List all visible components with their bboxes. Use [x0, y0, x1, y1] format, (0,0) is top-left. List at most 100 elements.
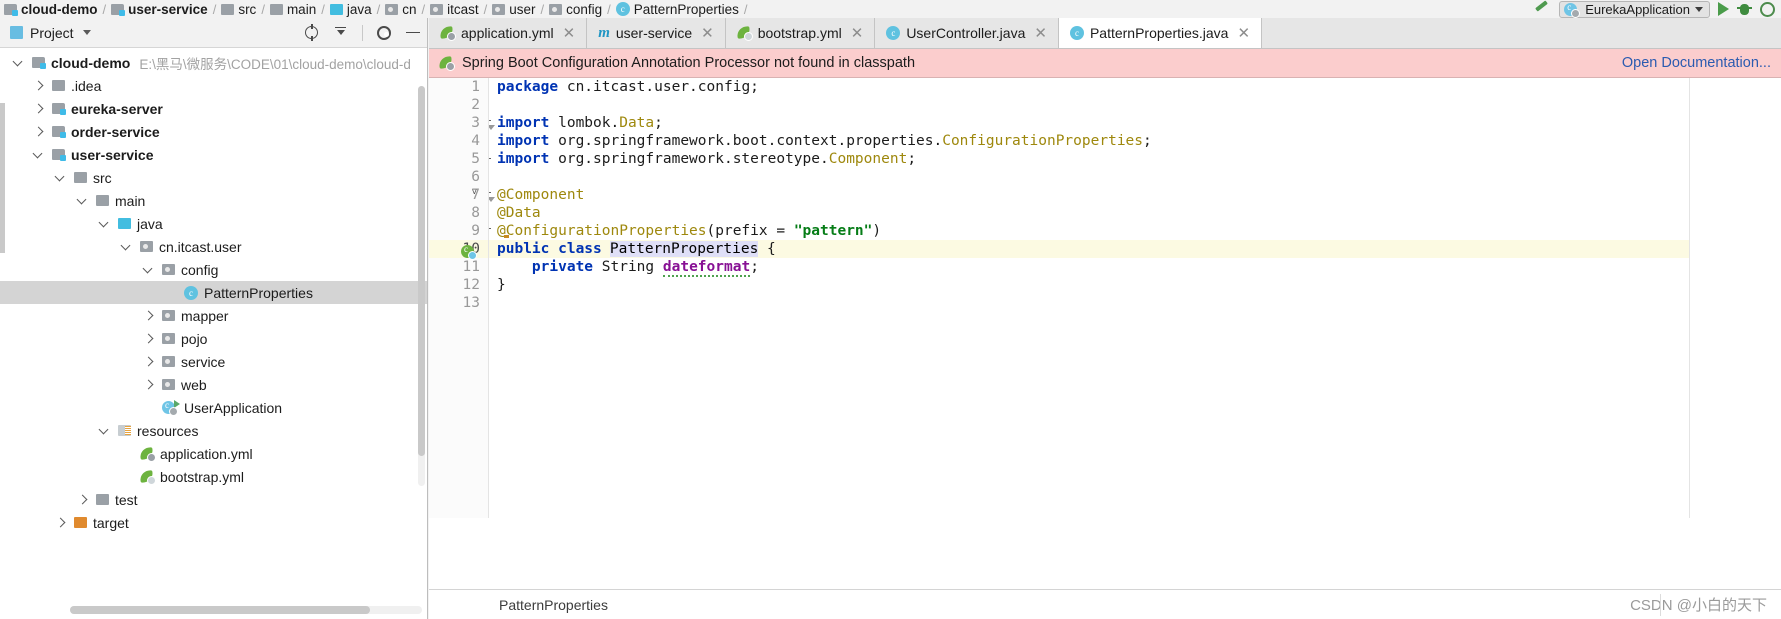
intention-bulb-icon[interactable] [501, 223, 515, 238]
collapse-all-icon[interactable] [333, 25, 349, 41]
tree-row[interactable]: user-service [0, 143, 427, 166]
breadcrumb-item-java[interactable]: java [329, 0, 372, 18]
breadcrumb-item-user[interactable]: user [492, 0, 536, 18]
chevron-right-icon[interactable] [30, 101, 46, 117]
tree-row[interactable]: eureka-server [0, 97, 427, 120]
chevron-down-icon[interactable] [96, 423, 112, 439]
breadcrumb-item-main[interactable]: main [269, 0, 316, 18]
run-play-icon[interactable] [1718, 2, 1729, 16]
chevron-right-icon[interactable] [140, 354, 156, 370]
breadcrumb-label: user-service [128, 1, 208, 17]
chevron-right-icon[interactable] [30, 78, 46, 94]
chevron-down-icon[interactable] [10, 55, 26, 71]
spring-bean-gutter-icon[interactable]: ˅ [461, 187, 477, 203]
tree-row[interactable]: mapper [0, 304, 427, 327]
project-path-label: E:\黑马\微服务\CODE\01\cloud-demo\cloud-d [139, 56, 411, 72]
class-icon: c [615, 2, 630, 16]
tab-bootstrap-yml[interactable]: bootstrap.yml ✕ [725, 18, 876, 48]
tree-row-userapplication[interactable]: UserApplication [0, 396, 427, 419]
breadcrumb-separator: / [607, 1, 611, 17]
chevron-right-icon[interactable] [74, 492, 90, 508]
line-number: 8 [471, 205, 480, 221]
chevron-down-icon[interactable] [96, 216, 112, 232]
run-configuration-selector[interactable]: EurekaApplication [1559, 0, 1710, 18]
tab-application-yml[interactable]: application.yml ✕ [429, 18, 588, 48]
project-tree[interactable]: cloud-demo E:\黑马\微服务\CODE\01\cloud-demo\… [0, 48, 427, 619]
tree-row[interactable]: web [0, 373, 427, 396]
chevron-right-icon[interactable] [140, 331, 156, 347]
tree-row-application-yml[interactable]: application.yml [0, 442, 427, 465]
code-line: } [497, 277, 506, 293]
chevron-right-icon[interactable] [140, 308, 156, 324]
chevron-down-icon[interactable] [52, 170, 68, 186]
breadcrumb-item-user-service[interactable]: user-service [111, 0, 208, 18]
spring-bean-class-gutter-icon[interactable] [461, 244, 477, 260]
breadcrumb-item-cloud-demo[interactable]: cloud-demo [4, 0, 98, 18]
tree-row[interactable]: cn.itcast.user [0, 235, 427, 258]
close-icon[interactable]: ✕ [701, 24, 714, 42]
editor-gutter[interactable]: 1 2 3 4 5 6 7 8 9 10 11 12 13 ˅ [429, 78, 489, 518]
locate-file-icon[interactable] [304, 23, 320, 41]
tree-row-patternproperties[interactable]: c PatternProperties [0, 281, 427, 304]
chevron-down-icon[interactable] [118, 239, 134, 255]
close-icon[interactable]: ✕ [563, 24, 576, 42]
code-fold-icon[interactable] [489, 116, 495, 130]
tree-row[interactable]: cloud-demo E:\黑马\微服务\CODE\01\cloud-demo\… [0, 51, 427, 74]
tree-row[interactable]: pojo [0, 327, 427, 350]
tree-row[interactable]: config [0, 258, 427, 281]
tree-row[interactable]: main [0, 189, 427, 212]
close-icon[interactable]: ✕ [851, 24, 864, 42]
settings-gear-icon[interactable] [376, 25, 392, 41]
hide-panel-icon[interactable] [405, 25, 421, 41]
folder-icon [269, 3, 283, 15]
package-icon [162, 333, 175, 344]
close-icon[interactable]: ✕ [1034, 24, 1047, 42]
tree-row[interactable]: src [0, 166, 427, 189]
tree-row[interactable]: target [0, 511, 427, 534]
chevron-right-icon[interactable] [140, 377, 156, 393]
tree-row-bootstrap-yml[interactable]: bootstrap.yml [0, 465, 427, 488]
chevron-down-icon[interactable] [74, 193, 90, 209]
project-panel-title-dropdown[interactable]: Project [10, 25, 91, 41]
tree-row[interactable]: order-service [0, 120, 427, 143]
project-horizontal-scrollbar[interactable] [70, 606, 422, 614]
spring-config-warning-banner: Spring Boot Configuration Annotation Pro… [429, 49, 1781, 78]
chevron-right-icon[interactable] [52, 515, 68, 531]
close-icon[interactable]: ✕ [1237, 24, 1250, 42]
code-fold-icon[interactable] [489, 154, 494, 165]
breadcrumb-item-itcast[interactable]: itcast [430, 0, 479, 18]
code-fold-icon[interactable] [489, 188, 495, 202]
project-vertical-scrollbar[interactable] [418, 86, 425, 486]
breadcrumb-item-src[interactable]: src [221, 0, 256, 18]
tab-user-service[interactable]: m user-service ✕ [587, 18, 726, 48]
tree-item-label: cn.itcast.user [159, 238, 242, 255]
code-fold-icon[interactable] [489, 224, 494, 235]
tab-patternproperties-java[interactable]: c PatternProperties.java ✕ [1058, 18, 1263, 48]
breadcrumb-item-cn[interactable]: cn [385, 0, 416, 18]
chevron-right-icon[interactable] [30, 124, 46, 140]
module-icon [111, 3, 126, 16]
build-hammer-icon[interactable] [1533, 1, 1551, 17]
tree-row[interactable]: .idea [0, 74, 427, 97]
tree-row[interactable]: resources [0, 419, 427, 442]
breadcrumb-separator: / [421, 1, 426, 17]
debug-bug-icon[interactable] [1737, 2, 1752, 17]
tree-row[interactable]: service [0, 350, 427, 373]
editor-right-gutter [1689, 78, 1781, 518]
tab-usercontroller-java[interactable]: c UserController.java ✕ [875, 18, 1059, 48]
panel-edge-scroll[interactable] [0, 103, 5, 253]
tree-row[interactable]: test [0, 488, 427, 511]
chevron-down-icon[interactable] [140, 262, 156, 278]
breadcrumb-item-patternproperties[interactable]: c PatternProperties [615, 0, 739, 18]
line-number: 3 [471, 115, 480, 131]
package-icon [492, 3, 506, 15]
chevron-down-icon[interactable] [30, 147, 46, 163]
open-documentation-link[interactable]: Open Documentation... [1622, 55, 1771, 71]
resources-folder-icon [118, 425, 131, 436]
code-lines[interactable]: package cn.itcast.user.config; import lo… [489, 78, 1781, 518]
breadcrumb-item-config[interactable]: config [549, 0, 602, 18]
module-icon [52, 103, 66, 115]
tree-row[interactable]: java [0, 212, 427, 235]
stop-icon[interactable] [1760, 1, 1775, 17]
code-editor[interactable]: 1 2 3 4 5 6 7 8 9 10 11 12 13 ˅ [429, 78, 1781, 518]
